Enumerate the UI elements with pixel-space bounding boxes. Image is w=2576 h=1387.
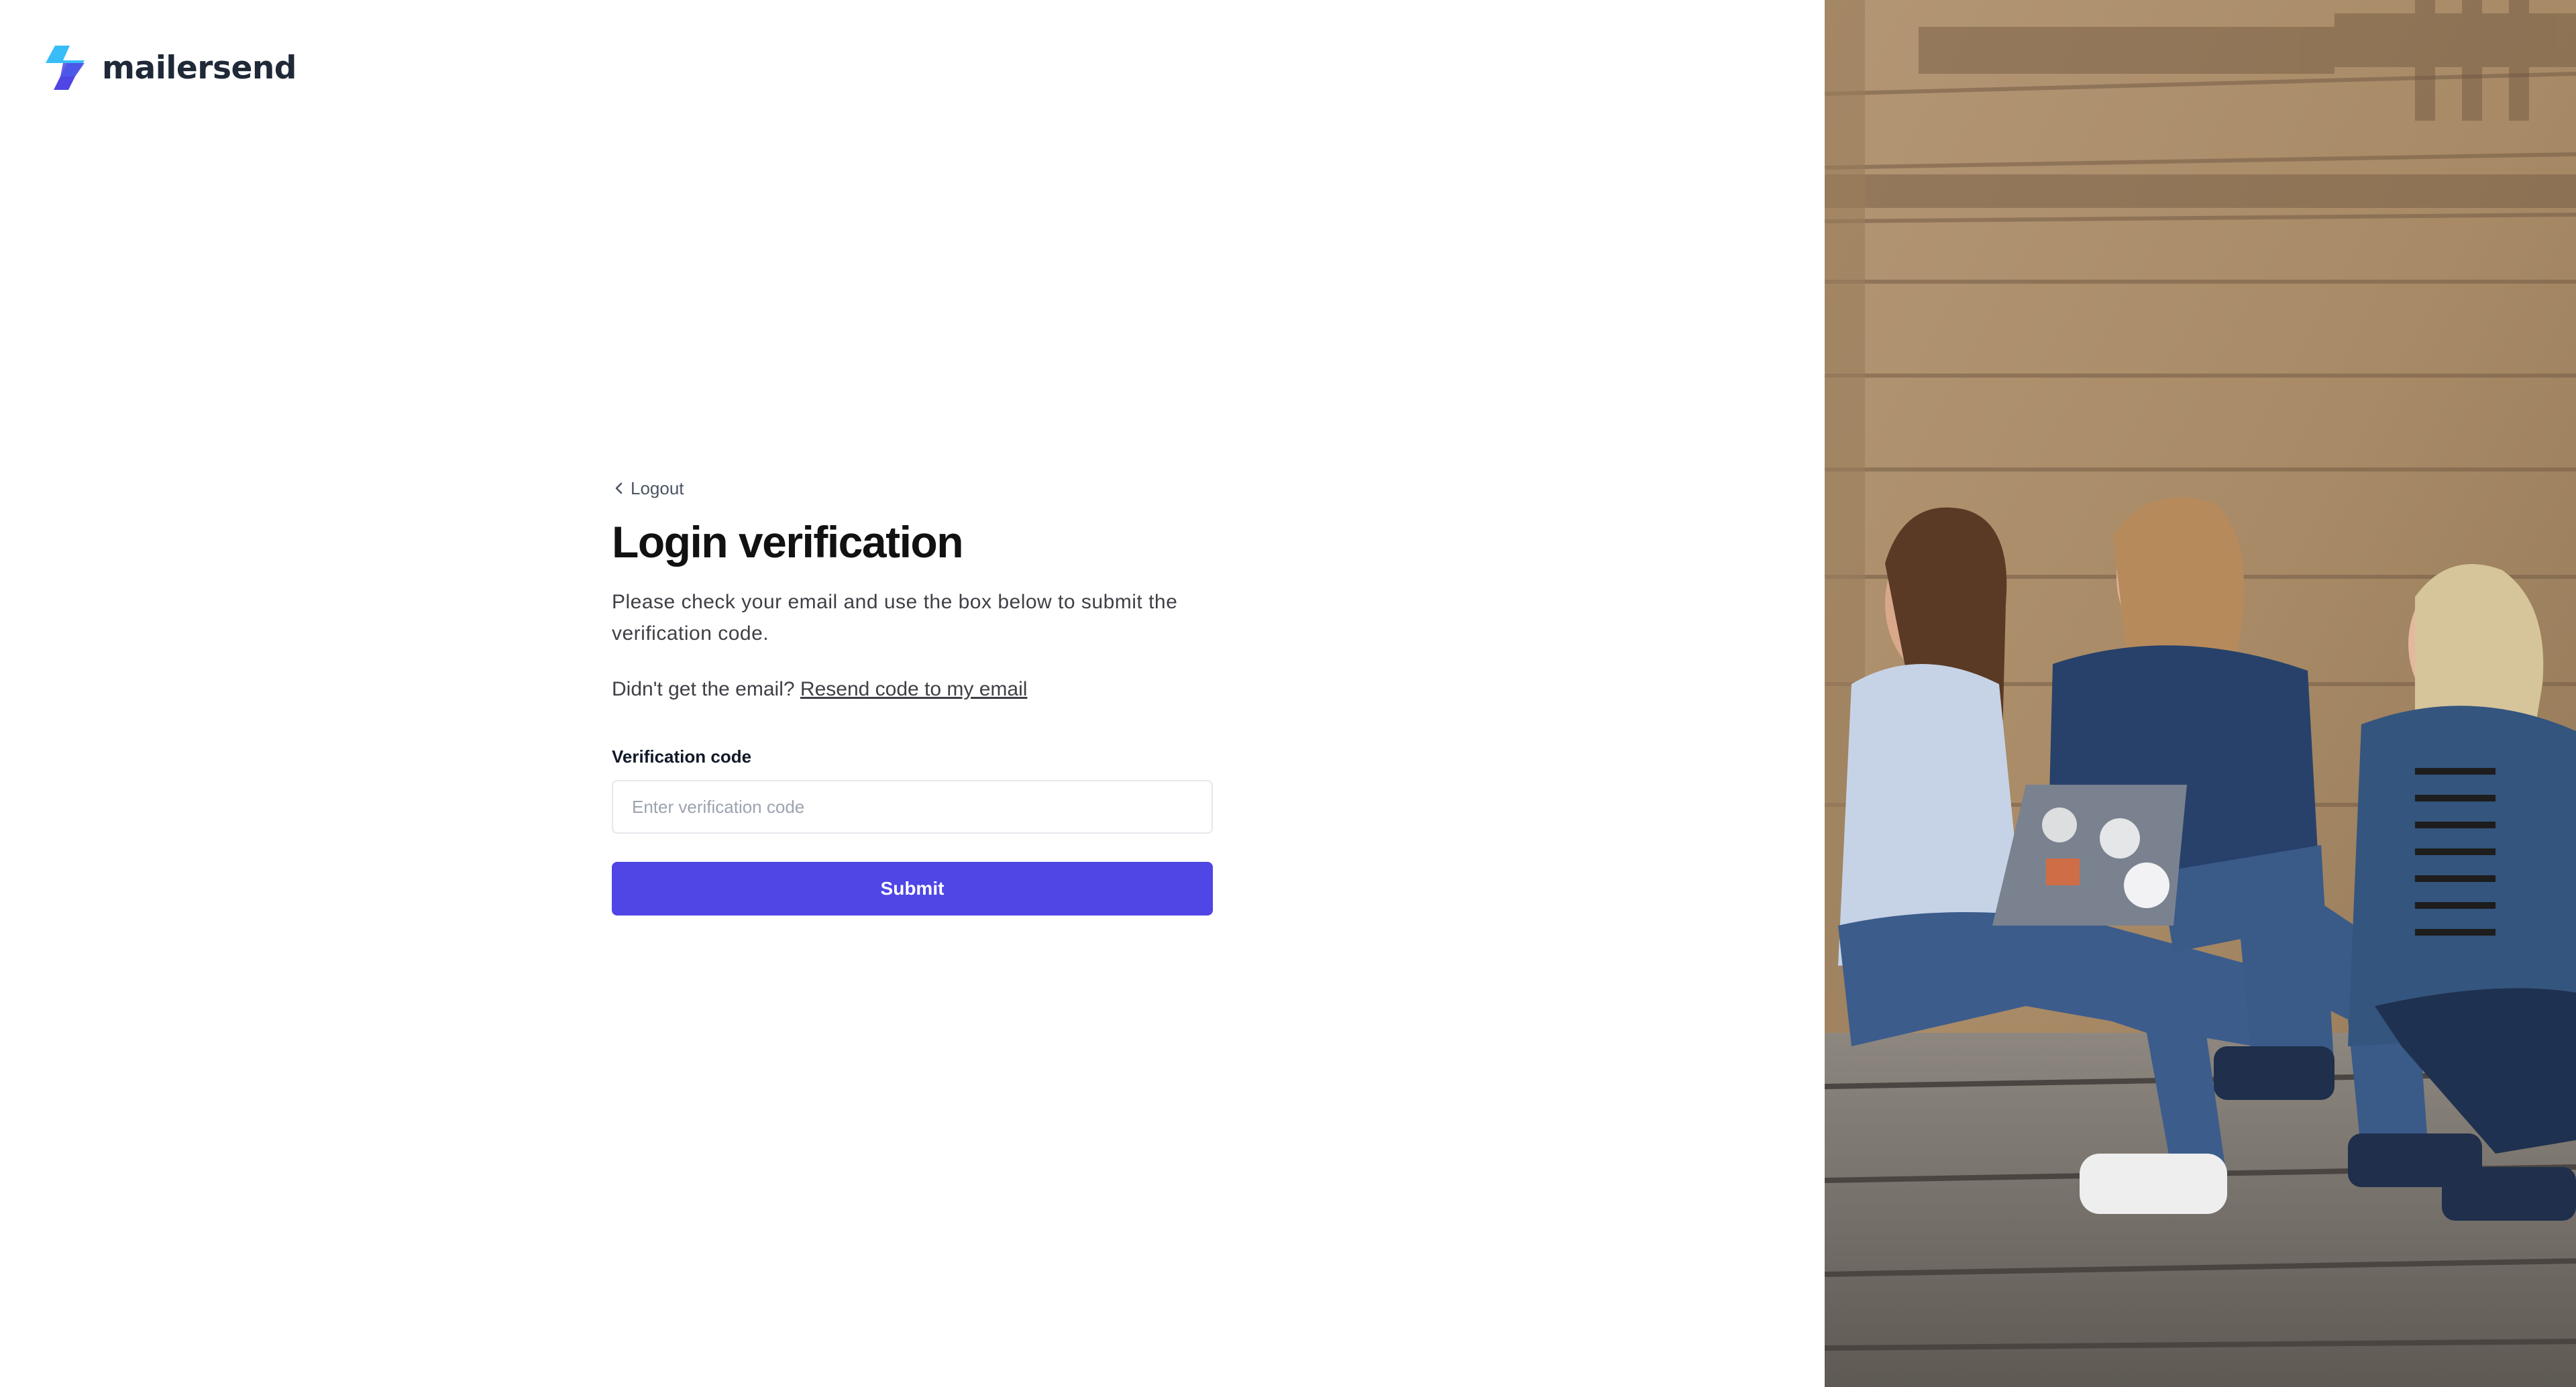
logout-label: Logout [631,478,684,498]
instructions-text: Please check your email and use the box … [612,591,1178,645]
mailersend-logo-icon [46,46,85,90]
resend-code-link[interactable]: Resend code to my email [800,678,1028,700]
login-panel: mailersend Logout Login verification Ple… [0,0,1825,1387]
verification-form: Logout Login verification Please check y… [612,475,1213,916]
brand-logo[interactable]: mailersend [46,46,297,90]
brand-name: mailersend [102,49,297,87]
submit-button[interactable]: Submit [612,862,1213,916]
verification-code-label: Verification code [612,746,752,767]
resend-prompt: Didn't get the email? [612,678,795,700]
verification-code-input[interactable] [612,780,1213,834]
chevron-left-icon [615,482,623,494]
resend-row: Didn't get the email? Resend code to my … [612,673,1213,705]
hero-photo-illustration [1825,0,2576,1387]
page-title: Login verification [612,517,964,567]
hero-photo [1825,0,2576,1387]
logout-link[interactable]: Logout [612,475,684,502]
